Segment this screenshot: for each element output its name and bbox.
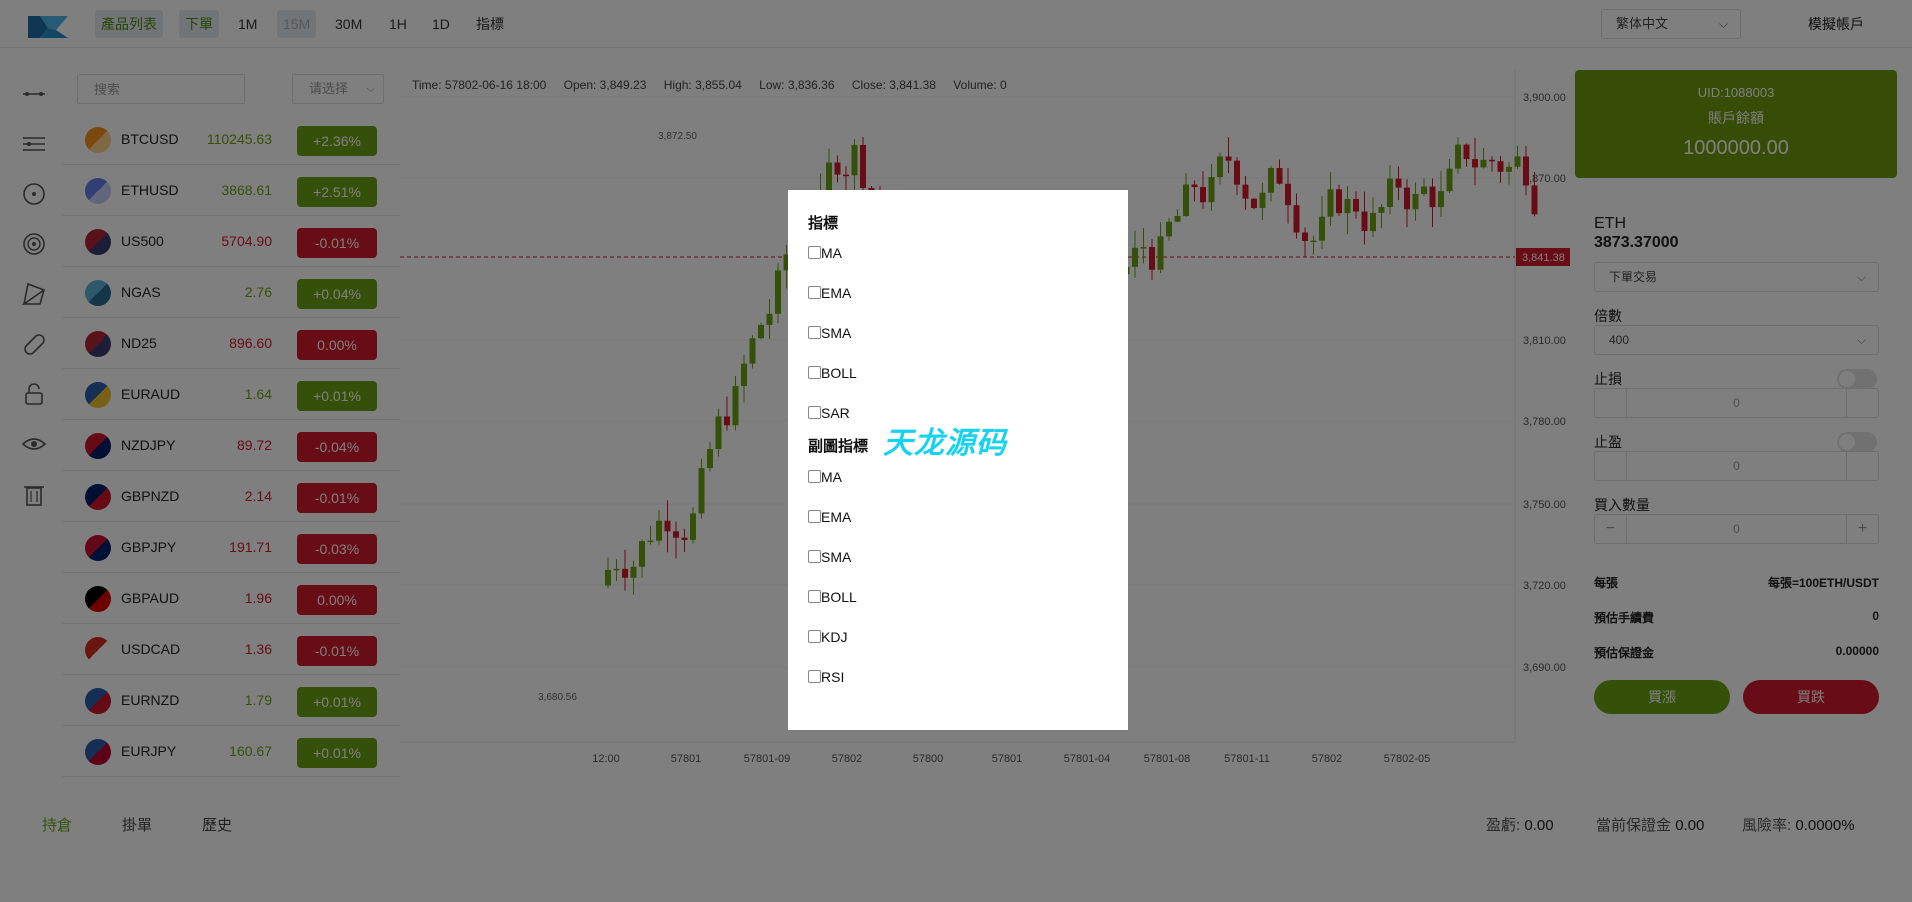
sub-indicator-option[interactable]: BOLL xyxy=(808,588,857,606)
checkbox[interactable] xyxy=(808,470,821,483)
main-indicator-option[interactable]: SAR xyxy=(808,404,850,422)
option-label: EMA xyxy=(821,285,852,301)
option-label: SMA xyxy=(821,325,852,341)
option-label: RSI xyxy=(821,669,845,685)
checkbox[interactable] xyxy=(808,406,821,419)
sub-indicator-option[interactable]: KDJ xyxy=(808,628,847,646)
checkbox[interactable] xyxy=(808,670,821,683)
main-indicator-option[interactable]: MA xyxy=(808,244,842,262)
indicator-modal: 指標 MA EMA SMA BOLL SAR 副圖指標 MA EMA SMA BOLL KDJ R… xyxy=(788,190,1128,730)
main-indicator-option[interactable]: BOLL xyxy=(808,364,857,382)
checkbox[interactable] xyxy=(808,326,821,339)
checkbox[interactable] xyxy=(808,630,821,643)
option-label: KDJ xyxy=(821,629,848,645)
sub-indicator-option[interactable]: RSI xyxy=(808,668,844,686)
main-indicators-title: 指標 xyxy=(808,215,839,232)
option-label: MA xyxy=(821,245,842,261)
watermark-text: 天龙源码 xyxy=(883,427,1007,460)
sub-indicator-option[interactable]: MA xyxy=(808,468,842,486)
checkbox[interactable] xyxy=(808,590,821,603)
checkbox[interactable] xyxy=(808,366,821,379)
option-label: MA xyxy=(821,469,842,485)
option-label: BOLL xyxy=(821,589,857,605)
checkbox[interactable] xyxy=(808,246,821,259)
checkbox[interactable] xyxy=(808,550,821,563)
sub-indicator-option[interactable]: SMA xyxy=(808,548,851,566)
sub-indicator-option[interactable]: EMA xyxy=(808,508,851,526)
checkbox[interactable] xyxy=(808,286,821,299)
checkbox[interactable] xyxy=(808,510,821,523)
option-label: BOLL xyxy=(821,365,857,381)
option-label: EMA xyxy=(821,509,852,525)
sub-indicators-title: 副圖指標 xyxy=(808,438,869,455)
main-indicator-option[interactable]: EMA xyxy=(808,284,851,302)
main-indicator-option[interactable]: SMA xyxy=(808,324,851,342)
option-label: SMA xyxy=(821,549,852,565)
option-label: SAR xyxy=(821,405,850,421)
